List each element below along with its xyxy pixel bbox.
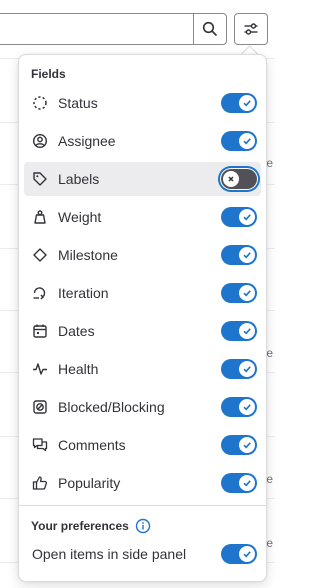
calendar-icon <box>32 323 48 339</box>
field-item-label: Popularity <box>58 475 121 491</box>
field-item-label: Dates <box>58 323 95 339</box>
field-item-label: Health <box>58 361 99 377</box>
comments-toggle[interactable] <box>221 435 257 455</box>
preference-item-label: Open items in side panel <box>32 546 187 562</box>
popularity-toggle[interactable] <box>221 473 257 493</box>
status-icon <box>32 95 48 111</box>
field-item-popularity[interactable]: Popularity <box>24 466 261 500</box>
check-icon <box>239 475 255 491</box>
assignee-toggle[interactable] <box>221 131 257 151</box>
check-icon <box>239 95 255 111</box>
field-item-label: Status <box>58 95 98 111</box>
label-icon <box>32 171 48 187</box>
weight-icon <box>32 209 48 225</box>
blocked-icon <box>32 399 48 415</box>
section-divider <box>19 505 266 506</box>
dates-toggle[interactable] <box>221 321 257 341</box>
x-icon <box>223 171 239 187</box>
iteration-toggle[interactable] <box>221 283 257 303</box>
thumb-up-icon <box>32 475 48 491</box>
preference-item-side-panel[interactable]: Open items in side panel <box>24 537 261 571</box>
comments-icon <box>32 437 48 453</box>
iteration-icon <box>32 285 48 301</box>
check-icon <box>239 133 255 149</box>
check-icon <box>239 247 255 263</box>
fields-header: Fields <box>31 67 66 81</box>
field-item-health[interactable]: Health <box>24 352 261 386</box>
field-item-comments[interactable]: Comments <box>24 428 261 462</box>
field-item-status[interactable]: Status <box>24 86 261 120</box>
check-icon <box>239 399 255 415</box>
field-item-assignee[interactable]: Assignee <box>24 124 261 158</box>
display-options-dropdown: Fields Status Assignee Labels Weight Mil… <box>18 54 267 582</box>
display-options-button[interactable] <box>234 13 268 45</box>
field-item-iteration[interactable]: Iteration <box>24 276 261 310</box>
check-icon <box>239 209 255 225</box>
field-item-label: Blocked/Blocking <box>58 399 165 415</box>
field-item-label: Weight <box>58 209 102 225</box>
status-toggle[interactable] <box>221 93 257 113</box>
weight-toggle[interactable] <box>221 207 257 227</box>
field-item-weight[interactable]: Weight <box>24 200 261 234</box>
field-item-labels[interactable]: Labels <box>24 162 261 196</box>
check-icon <box>239 323 255 339</box>
milestone-icon <box>32 247 48 263</box>
side-panel-toggle[interactable] <box>221 544 257 564</box>
preferences-header: Your preferences <box>31 518 151 534</box>
blocked-blocking-toggle[interactable] <box>221 397 257 417</box>
search-input[interactable] <box>0 13 193 45</box>
check-icon <box>239 546 255 562</box>
health-toggle[interactable] <box>221 359 257 379</box>
field-item-dates[interactable]: Dates <box>24 314 261 348</box>
check-icon <box>239 285 255 301</box>
field-item-label: Labels <box>58 171 100 187</box>
milestone-toggle[interactable] <box>221 245 257 265</box>
field-item-milestone[interactable]: Milestone <box>24 238 261 272</box>
settings-sliders-icon <box>244 23 258 35</box>
field-item-label: Iteration <box>58 285 109 301</box>
preferences-header-label: Your preferences <box>31 519 129 533</box>
info-icon[interactable] <box>135 518 151 534</box>
field-item-label: Comments <box>58 437 126 453</box>
check-icon <box>239 437 255 453</box>
assignee-icon <box>32 133 48 149</box>
field-item-blocked-blocking[interactable]: Blocked/Blocking <box>24 390 261 424</box>
fields-header-label: Fields <box>31 67 66 81</box>
health-icon <box>32 361 48 377</box>
search-icon <box>202 21 217 36</box>
check-icon <box>239 361 255 377</box>
field-item-label: Assignee <box>58 133 116 149</box>
search-button[interactable] <box>193 13 227 45</box>
field-item-label: Milestone <box>58 247 118 263</box>
labels-toggle[interactable] <box>221 169 257 189</box>
